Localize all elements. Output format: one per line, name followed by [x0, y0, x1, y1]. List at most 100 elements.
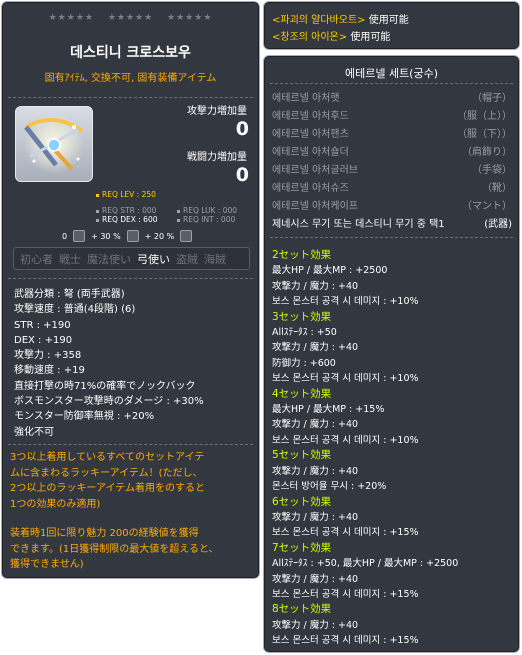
item-name: 데스티니 크로스보우	[70, 45, 191, 61]
set-part-row: 에테르넬 아처슈즈 （靴）	[272, 179, 512, 194]
skill-line: <파괴의 얄다바오트> 使用可能	[272, 11, 409, 26]
skill-name: <파괴의 얄다바오트>	[272, 15, 366, 26]
req-luk-text: REQ LUK : 000	[183, 206, 238, 215]
job-beginner: 初心者	[20, 252, 53, 266]
req-int-text: REQ INT : 000	[183, 215, 236, 224]
job-thief: 盗賊	[176, 252, 198, 266]
attribute-line: ボスモンスター攻撃時のダメージ : +30%	[14, 396, 204, 408]
set-part-name: 에테르넬 아처팬츠	[272, 129, 349, 140]
set-part-name: 에테르넬 아처케이프	[272, 201, 358, 212]
set-effect-line: 보스 몬스터 공격 시 데미지 : +10%	[272, 434, 419, 446]
bonus-value: + 20 %	[144, 231, 175, 241]
set-part-name: 제네시스 무기 또는 데스티니 무기 중 택1	[272, 219, 445, 230]
bullet-icon	[96, 209, 99, 213]
description-line: ムに含まわるラッキーアイテム！(ただし、	[10, 467, 203, 479]
star-group: ★★★★★	[107, 13, 154, 23]
bonus-row: 0 + 30 % + 20 %	[62, 230, 193, 242]
req-luk: REQ LUK : 000	[177, 206, 237, 215]
set-effect-line: Allｽﾃｰﾀｽ : +50	[272, 327, 337, 339]
set-effect-line: 攻撃力 / 魔力 : +40	[272, 573, 359, 585]
attribute-line: 強化不可	[14, 426, 54, 438]
bonus-value: 0	[62, 231, 68, 241]
set-effect-header: 7セット効果	[272, 541, 332, 554]
set-part-name: 에테르넬 아처슈즈	[272, 183, 349, 194]
attribute-line: モンスター防御率無視 : +20%	[14, 411, 155, 423]
set-effect-line: 보스 몬스터 공격 시 데미지 : +10%	[272, 296, 419, 308]
set-part-slot: （帽子）	[472, 93, 512, 104]
bullet-icon	[96, 193, 99, 197]
item-subtitle: 固有ｱｲﾃﾑ, 交換不可, 固有装備アイテム	[44, 73, 217, 84]
divider	[270, 237, 513, 238]
attribute-line: 武器分類 : 弩 (両手武器)	[14, 289, 125, 300]
set-part-row: 에테르넬 아처케이프 （マント）	[272, 197, 512, 212]
set-effect-line: 防御力 : +600	[272, 357, 336, 369]
bonus-value: + 30 %	[91, 231, 121, 241]
set-effect-line: 最大HP / 最大MP : +2500	[272, 265, 388, 277]
skill-usable-panel: <파괴의 얄다바오트> 使用可能 <창조의 아이온> 使用可能	[263, 1, 520, 50]
attribute-line: 移動速度 : +19	[14, 365, 85, 377]
combat-increase-label: 戦闘力増加量	[187, 152, 247, 163]
skill-status: 使用可能	[347, 32, 391, 43]
bullet-icon	[177, 218, 180, 222]
set-effect-header: 4セット効果	[272, 387, 332, 400]
attack-increase-value: 0	[235, 118, 249, 140]
set-part-row: 에테르넬 아처글러브 （手袋）	[272, 161, 512, 176]
set-effect-line: 攻撃力 / 魔力 : +40	[272, 280, 359, 292]
set-part-name: 에테르넬 아처후드	[272, 111, 349, 122]
job-class-bar: 初心者 戦士 魔法使い 弓使い 盗賊 海賊	[13, 247, 250, 270]
boss-damage-icon	[73, 230, 86, 242]
set-part-slot: （マント）	[462, 201, 512, 212]
set-effect-line: Allｽﾃｰﾀｽ : +50, 最大HP / 最大MP : +2500	[272, 558, 459, 570]
req-int: REQ INT : 000	[177, 215, 235, 224]
attribute-list: 武器分類 : 弩 (両手武器) 攻撃速度 : 普通(4段階) (6) STR :…	[14, 287, 254, 440]
description-line: 獲得できません)	[10, 559, 84, 570]
job-magician: 魔法使い	[87, 252, 131, 266]
set-effect-header: 5セット効果	[272, 449, 332, 462]
job-warrior: 戦士	[59, 252, 81, 266]
divider	[8, 97, 253, 98]
set-part-row: 에테르넬 아처숄더 （肩飾り）	[272, 143, 512, 158]
item-description-exp: 装着時1回に限り魅力 200の経験値を獲得 できます。(1日獲得制限の最大値を超…	[10, 526, 256, 573]
damage-icon	[180, 230, 193, 242]
item-description-lucky: 3つ以上着用しているすべてのセットアイテ ムに含まわるラッキーアイテム！(ただし…	[10, 450, 256, 512]
skill-status: 使用可能	[365, 15, 409, 26]
set-effect-line: 보스 몬스터 공격 시 데미지 : +15%	[272, 588, 419, 600]
req-str-text: REQ STR : 000	[102, 206, 157, 215]
description-line: 装着時1回に限り魅力 200の経験値を獲得	[10, 528, 199, 539]
set-effect-line: 攻撃力 / 魔力 : +40	[272, 619, 359, 631]
set-effect-line: 攻撃力 / 魔力 : +40	[272, 419, 359, 431]
set-part-name: 에테르넬 아처숄더	[272, 147, 349, 158]
job-bowman: 弓使い	[137, 252, 170, 266]
job-pirate: 海賊	[204, 252, 226, 266]
set-part-row: 에테르넬 아처햇 （帽子）	[272, 89, 512, 104]
set-part-row: 에테르넬 아처후드 （服（上））	[272, 107, 512, 122]
set-part-slot: (武器)	[484, 219, 512, 230]
req-dex-text: REQ DEX : 600	[102, 215, 158, 224]
description-line: 1つの効果のみ適用)	[10, 498, 101, 510]
bullet-icon	[177, 209, 180, 213]
attribute-line: 攻撃力 : +358	[14, 350, 82, 362]
attribute-line: STR : +190	[14, 319, 71, 331]
set-effect-panel: 에테르넬 세트(궁수) 에테르넬 아처햇 （帽子） 에테르넬 아처후드 （服（上））…	[263, 55, 520, 653]
req-level: REQ LEV : 250	[96, 190, 156, 199]
req-level-text: REQ LEV : 250	[102, 190, 156, 199]
attribute-line: 攻撃速度 : 普通(4段階) (6)	[14, 304, 136, 316]
set-part-slot: （肩飾り）	[462, 147, 512, 158]
attribute-line: DEX : +190	[14, 334, 73, 346]
set-effect-list: 2セット効果 最大HP / 最大MP : +2500 攻撃力 / 魔力 : +40 보…	[272, 248, 517, 649]
divider	[270, 83, 513, 84]
req-str: REQ STR : 000	[96, 206, 156, 215]
set-effect-line: 몬스터 방어율 무시 : +20%	[272, 481, 387, 493]
attribute-line: 直接打撃の時71%の確率でノックバック	[14, 380, 196, 392]
set-part-slot: （靴）	[482, 183, 512, 194]
set-effect-line: 보스 몬스터 공격 시 데미지 : +15%	[272, 527, 419, 539]
set-effect-line: 攻撃力 / 魔力 : +40	[272, 465, 359, 477]
set-part-row: 제네시스 무기 또는 데스티니 무기 중 택1 (武器)	[272, 215, 512, 230]
skill-name: <창조의 아이온>	[272, 32, 348, 43]
req-dex: REQ DEX : 600	[96, 215, 158, 224]
divider	[8, 278, 253, 279]
skill-line: <창조의 아이온> 使用可能	[272, 28, 390, 43]
set-effect-line: 攻撃力 / 魔力 : +40	[272, 511, 359, 523]
set-part-slot: （服（下））	[457, 129, 512, 140]
set-part-name: 에테르넬 아처글러브	[272, 165, 358, 176]
